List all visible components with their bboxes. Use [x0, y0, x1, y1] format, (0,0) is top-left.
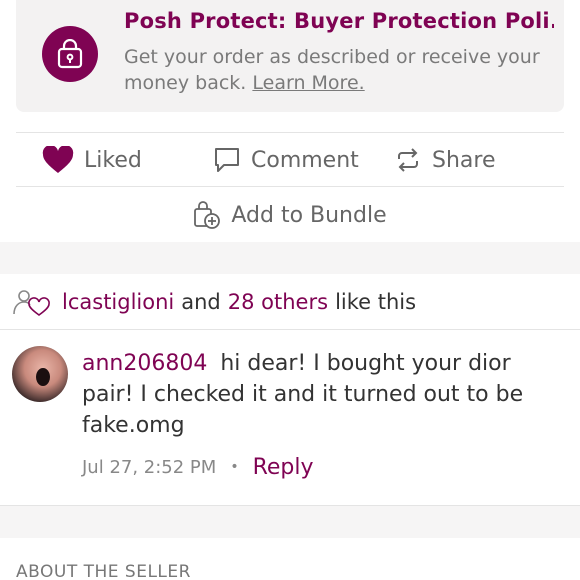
meta-separator: •	[230, 459, 239, 475]
liked-label: Liked	[84, 147, 142, 173]
avatar[interactable]	[12, 346, 68, 402]
divider	[16, 186, 564, 187]
reply-button[interactable]: Reply	[253, 455, 314, 480]
comment-button[interactable]: Comment	[213, 134, 359, 186]
comment-meta: Jul 27, 2:52 PM • Reply	[82, 452, 314, 482]
add-to-bundle-button[interactable]: Add to Bundle	[0, 188, 580, 242]
liked-button[interactable]: Liked	[42, 134, 142, 186]
likes-summary[interactable]: lcastiglioni and 28 others like this	[0, 274, 580, 330]
bundle-label: Add to Bundle	[231, 202, 387, 228]
comment-timestamp: Jul 27, 2:52 PM	[82, 456, 217, 478]
posh-protect-card[interactable]: Posh Protect: Buyer Protection Poli... G…	[16, 0, 564, 112]
heart-filled-icon	[42, 146, 74, 173]
actions-row: Liked Comment Share	[0, 134, 580, 186]
comment-body: ann206804 hi dear! I bought your dior pa…	[82, 348, 552, 441]
comment-icon	[215, 148, 239, 172]
section-spacer	[0, 506, 580, 538]
comment-label: Comment	[251, 147, 359, 173]
about-seller-heading: ABOUT THE SELLER	[16, 562, 191, 580]
comment-username[interactable]: ann206804	[82, 351, 207, 376]
bundle-add-icon	[194, 201, 221, 229]
protect-description: Get your order as described or receive y…	[124, 44, 544, 96]
share-button[interactable]: Share	[394, 134, 496, 186]
likes-and-text: and	[181, 289, 221, 314]
lock-bag-icon	[42, 26, 98, 82]
share-icon	[398, 148, 418, 172]
learn-more-link[interactable]: Learn More.	[252, 72, 364, 94]
share-label: Share	[432, 147, 496, 173]
divider	[0, 505, 580, 506]
protect-title[interactable]: Posh Protect: Buyer Protection Poli...	[124, 9, 554, 33]
comment-item: ann206804 hi dear! I bought your dior pa…	[0, 340, 580, 500]
likes-others-link[interactable]: 28 others	[228, 290, 328, 314]
liker-username[interactable]: lcastiglioni	[62, 290, 174, 314]
divider	[16, 132, 564, 133]
likes-suffix: like this	[335, 289, 417, 314]
people-heart-icon	[13, 289, 50, 316]
section-spacer	[0, 242, 580, 274]
